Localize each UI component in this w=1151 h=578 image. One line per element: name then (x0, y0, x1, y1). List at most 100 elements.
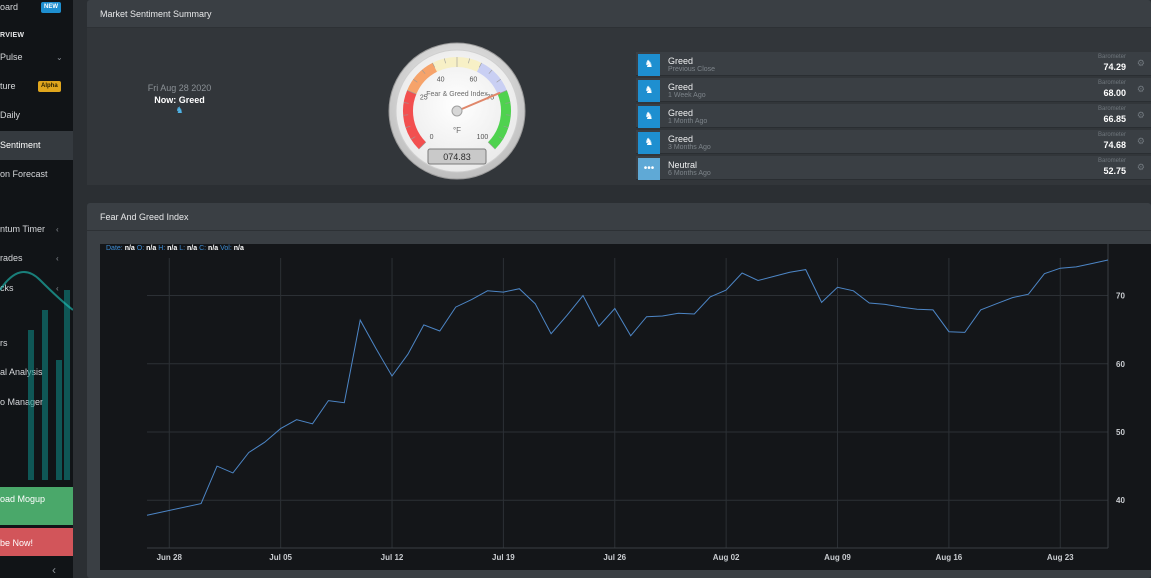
bull-icon: ♞ (638, 106, 660, 128)
gauge-readout: 074.83 (443, 152, 471, 162)
sidebar-item-4[interactable]: Sentiment (0, 131, 73, 160)
alpha-badge: Alpha (38, 81, 61, 92)
fear-greed-chart[interactable]: Date: n/a O: n/a H: n/a L: n/a C: n/a Vo… (100, 244, 1151, 570)
history-row: ♞ Greed Previous Close Barometer 74.29 ⚙ (636, 52, 1151, 76)
sidebar-item-0[interactable]: oard NEW (0, 0, 73, 22)
barometer-value: 74.29 (1103, 62, 1126, 72)
y-tick-label: 60 (1116, 360, 1125, 369)
x-tick-label: Jul 05 (269, 553, 292, 562)
barometer-label: Barometer (1097, 106, 1126, 112)
gauge-hub (451, 105, 463, 117)
gauge-unit: °F (453, 126, 461, 135)
fear-greed-line (146, 259, 1109, 516)
sidebar-item-1[interactable]: Pulse ⌄ (0, 43, 73, 72)
barometer-value: 52.75 (1103, 166, 1126, 176)
ohlc-open: n/a (146, 245, 157, 252)
ohlc-volume: n/a (233, 245, 244, 252)
barometer-label: Barometer (1097, 80, 1126, 86)
sidebar-decoration (0, 271, 73, 480)
ohlc-high: n/a (167, 245, 178, 252)
sidebar-item-6[interactable]: ntum Timer ‹ (0, 215, 73, 244)
barometer-value: 74.68 (1103, 140, 1126, 150)
x-tick-label: Jul 19 (492, 553, 515, 562)
history-period: 6 Months Ago (668, 170, 711, 177)
chevron-icon: ‹ (56, 225, 59, 234)
history-row: ♞ Greed 3 Months Ago Barometer 74.68 ⚙ (636, 130, 1151, 154)
sidebar-item-label: on Forecast (0, 169, 48, 179)
sidebar-item-label: Daily (0, 110, 21, 120)
current-date: Fri Aug 28 2020 (147, 83, 212, 93)
history-label: Greed (668, 82, 694, 92)
collapse-sidebar-icon[interactable]: ‹ (52, 563, 56, 577)
sidebar-section-overview: RVIEW (0, 32, 25, 39)
ohlc-open-label: O: (136, 245, 145, 252)
download-app-button[interactable]: oad Mogup (0, 487, 73, 525)
chevron-icon: ⌄ (56, 53, 63, 62)
subscribe-label: be Now! (0, 538, 34, 548)
barometer-label: Barometer (1097, 132, 1126, 138)
x-tick-label: Aug 16 (936, 553, 963, 562)
y-tick-label: 40 (1116, 496, 1125, 505)
x-tick-label: Jul 12 (381, 553, 404, 562)
gear-icon[interactable]: ⚙ (1137, 58, 1145, 69)
sidebar-item-label: oard (0, 2, 19, 12)
ohlc-volume-label: Vol: (220, 245, 232, 252)
ohlc-legend: Date: n/a O: n/a H: n/a L: n/a C: n/a Vo… (106, 245, 244, 252)
panel-title: Market Sentiment Summary (87, 0, 1151, 28)
current-sentiment-label: Now: Greed (154, 95, 205, 105)
new-badge: NEW (41, 2, 61, 13)
history-label: Neutral (668, 160, 698, 170)
summary-body: Fri Aug 28 2020 Now: Greed ♞ 0 25 40 60 75 10… (87, 28, 1151, 185)
barometer-value: 66.85 (1103, 114, 1126, 124)
x-tick-label: Aug 02 (713, 553, 740, 562)
ohlc-date: n/a (124, 245, 135, 252)
ohlc-close-label: C: (199, 245, 207, 252)
gear-icon[interactable]: ⚙ (1137, 162, 1145, 173)
sidebar-item-label: Pulse (0, 52, 23, 62)
gauge-tick-label: 100 (477, 134, 489, 141)
current-sentiment: Fri Aug 28 2020 Now: Greed ♞ (132, 83, 227, 116)
barometer-label: Barometer (1097, 54, 1126, 60)
x-tick-label: Jun 28 (157, 553, 183, 562)
sidebar-item-3[interactable]: Daily (0, 101, 73, 130)
sidebar-item-2[interactable]: ture Alpha (0, 72, 73, 101)
x-tick-label: Aug 23 (1047, 553, 1074, 562)
fear-greed-gauge: 02540 6075100 Fear & Greed Index °F 074.8… (388, 42, 526, 180)
x-tick-label: Aug 09 (824, 553, 851, 562)
sidebar-item-label: Sentiment (0, 140, 41, 150)
ohlc-close: n/a (208, 245, 219, 252)
download-app-label: oad Mogup (0, 494, 46, 504)
market-sentiment-summary-panel: Market Sentiment Summary Fri Aug 28 2020… (87, 0, 1151, 185)
fear-greed-index-panel: Fear And Greed Index Date: n/a O: n/a H:… (87, 203, 1151, 578)
chart-canvas: 40 50 60 70 Jun 28 Jul 05 Jul 12 Jul 19 Jul 26 Au… (146, 244, 1125, 562)
history-label: Greed (668, 108, 694, 118)
gear-icon[interactable]: ⚙ (1137, 110, 1145, 121)
history-label: Greed (668, 134, 694, 144)
gear-icon[interactable]: ⚙ (1137, 84, 1145, 95)
history-period: Previous Close (668, 66, 716, 73)
ohlc-low: n/a (187, 245, 198, 252)
history-period: 1 Month Ago (668, 118, 708, 125)
history-period: 3 Months Ago (668, 144, 711, 151)
subscribe-button[interactable]: be Now! (0, 528, 73, 556)
history-row: ♞ Greed 1 Week Ago Barometer 68.00 ⚙ (636, 78, 1151, 102)
ohlc-low-label: L: (179, 245, 186, 252)
history-row: ••• Neutral 6 Months Ago Barometer 52.75 ⚙ (636, 156, 1151, 180)
bull-icon: ♞ (638, 132, 660, 154)
y-tick-label: 70 (1116, 292, 1125, 301)
gear-icon[interactable]: ⚙ (1137, 136, 1145, 147)
y-tick-label: 50 (1116, 428, 1125, 437)
sidebar: oard NEW Pulse ⌄ ture Alpha Daily Sentiment on F… (0, 0, 73, 578)
history-label: Greed (668, 56, 694, 66)
bull-icon: ♞ (638, 54, 660, 76)
sidebar-item-5[interactable]: on Forecast (0, 160, 73, 189)
ohlc-high-label: H: (158, 245, 166, 252)
bull-icon: ♞ (638, 80, 660, 102)
history-period: 1 Week Ago (668, 92, 706, 99)
neutral-icon: ••• (638, 158, 660, 180)
gauge-tick-label: 40 (437, 76, 445, 83)
ohlc-date-label: Date: (106, 245, 123, 252)
gauge-tick-label: 0 (430, 134, 434, 141)
sidebar-item-label: ntum Timer (0, 224, 46, 234)
gauge-title: Fear & Greed Index (426, 91, 488, 98)
